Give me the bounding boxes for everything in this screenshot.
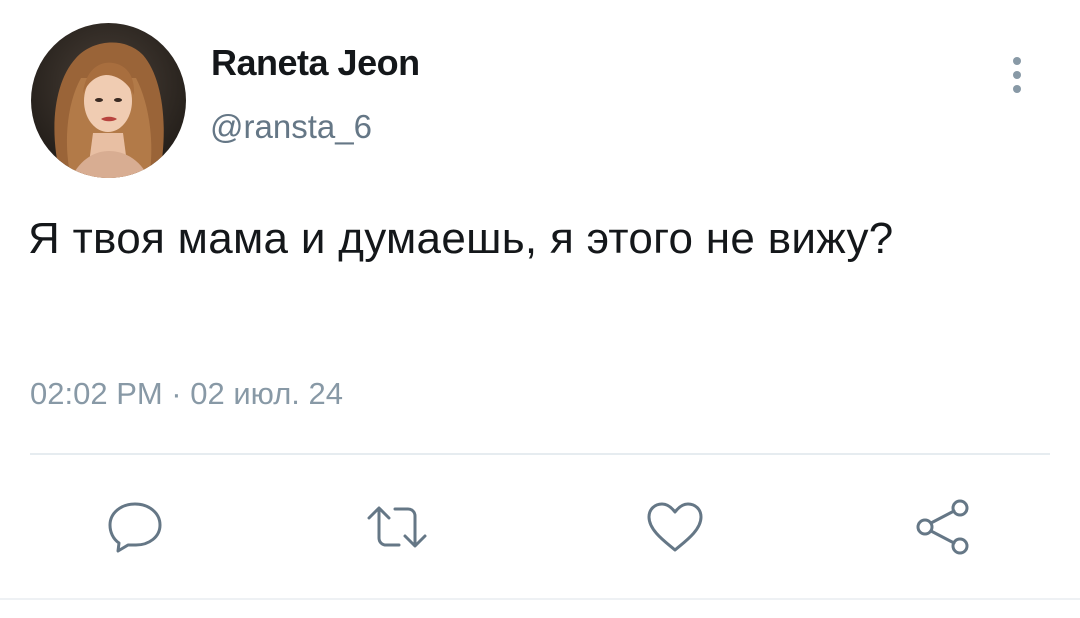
more-vertical-icon	[1013, 57, 1021, 93]
share-icon	[916, 499, 969, 555]
reply-icon	[108, 502, 162, 553]
retweet-icon	[367, 506, 427, 548]
reply-button[interactable]	[103, 495, 167, 559]
avatar[interactable]	[31, 23, 186, 178]
more-options-button[interactable]	[1000, 52, 1034, 98]
handle[interactable]: @ransta_6	[210, 108, 372, 146]
tweet-text: Я твоя мама и думаешь, я этого не вижу?	[28, 214, 894, 263]
display-name[interactable]: Raneta Jeon	[211, 42, 420, 84]
like-icon	[647, 502, 703, 552]
share-button[interactable]	[910, 495, 974, 559]
timestamp[interactable]: 02:02 PM · 02 июл. 24	[30, 376, 343, 412]
bottom-divider	[0, 598, 1080, 600]
like-button[interactable]	[643, 495, 707, 559]
retweet-button[interactable]	[365, 495, 429, 559]
divider	[30, 453, 1050, 455]
